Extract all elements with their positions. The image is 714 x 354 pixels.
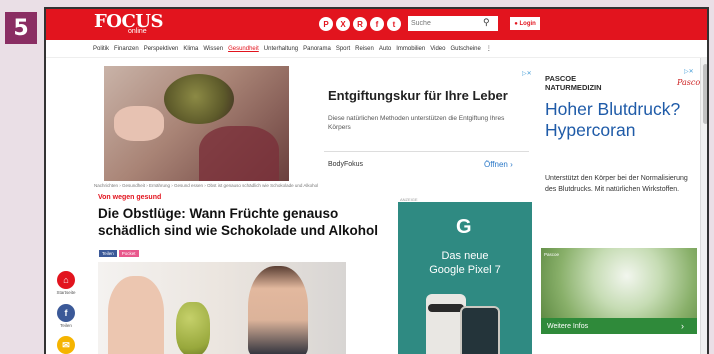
adchoices-icon[interactable]: ▷✕ — [522, 70, 532, 77]
nav-item[interactable]: Klima — [183, 46, 198, 52]
scrollbar[interactable] — [700, 58, 707, 354]
jar-shape — [199, 126, 279, 181]
nav-item[interactable]: Sport — [336, 46, 350, 52]
ad-text: Unterstützt den Körper bei der Normalisi… — [545, 175, 688, 193]
more-info-button[interactable]: Weitere Infos — [541, 318, 697, 334]
camera-bar — [428, 304, 464, 312]
breadcrumb[interactable]: Nachrichten › Gesundheit › Ernährung › G… — [94, 183, 318, 188]
brand-line2: NATURMEDIZIN — [545, 83, 602, 92]
login-label: Login — [519, 20, 536, 27]
hand-shape — [114, 106, 164, 141]
pascoe-ad[interactable]: PASCOE NATURMEDIZIN Pascoe ▷✕ Hoher Blutd… — [541, 66, 705, 336]
xing-icon[interactable]: X — [336, 17, 350, 31]
brand-line1: PASCOE — [545, 74, 577, 83]
login-button[interactable]: ● Login — [510, 17, 540, 30]
pinterest-icon[interactable]: P — [319, 17, 333, 31]
ad-title-line1: Das neue — [441, 250, 489, 262]
nav-item[interactable]: Unterhaltung — [264, 46, 298, 52]
main-navigation: Politik Finanzen Perspektiven Klima Wiss… — [46, 40, 707, 58]
logo-subtitle: online — [128, 28, 147, 35]
ad-brand: BodyFokus — [328, 161, 364, 168]
person-shape — [248, 266, 308, 354]
scrollbar-thumb[interactable] — [703, 64, 707, 124]
nav-item-active[interactable]: Gesundheit — [228, 46, 259, 52]
facebook-icon[interactable]: f — [57, 304, 75, 322]
ad-divider — [324, 151, 529, 152]
nav-item[interactable]: Finanzen — [114, 46, 139, 52]
article-image — [98, 262, 346, 354]
google-logo-icon: G — [456, 216, 472, 238]
ad-image — [104, 66, 289, 181]
nav-item[interactable]: Video — [430, 46, 445, 52]
step-number-badge: 5 — [5, 12, 37, 44]
ad-headline: Hoher Blutdruck? Hypercoran — [545, 99, 681, 140]
nav-more-icon[interactable]: ⋮ — [486, 45, 492, 52]
nav-item[interactable]: Panorama — [303, 46, 331, 52]
nav-item[interactable]: Wissen — [203, 46, 223, 52]
image-label: Pascoe — [544, 252, 560, 257]
nav-item[interactable]: Gutscheine — [450, 46, 480, 52]
facebook-icon[interactable]: f — [370, 17, 384, 31]
search-icon[interactable]: ⚲ — [483, 17, 490, 28]
flower-image — [541, 248, 697, 318]
facebook-label: Teilen — [60, 323, 72, 328]
person-shape — [108, 276, 164, 354]
pocket-share-button[interactable]: Pocket — [118, 250, 139, 257]
social-links: P X R f t — [319, 17, 401, 31]
nav-item[interactable]: Perspektiven — [144, 46, 179, 52]
mail-icon[interactable]: ✉ — [57, 336, 75, 354]
nav-item[interactable]: Reisen — [355, 46, 374, 52]
google-pixel-ad[interactable]: G Das neue Google Pixel 7 — [398, 202, 532, 354]
ad-open-label: Öffnen — [484, 160, 508, 169]
spoon-shape — [164, 74, 234, 124]
nav-item[interactable]: Immobilien — [396, 46, 425, 52]
article-headline: Die Obstlüge: Wann Früchte genauso schäd… — [98, 206, 379, 238]
twitter-icon[interactable]: t — [387, 17, 401, 31]
grapes-shape — [176, 302, 210, 354]
article-kicker: Von wegen gesund — [98, 194, 162, 201]
rss-icon[interactable]: R — [353, 17, 367, 31]
site-header: FOCUS online P X R f t ⚲ ● Login — [46, 9, 707, 40]
adchoices-icon[interactable]: ▷✕ — [684, 68, 694, 75]
facebook-share-button[interactable]: Teilen — [99, 250, 117, 257]
phone-shape — [460, 306, 500, 354]
ad-title: Entgiftungskur für Ihre Leber — [328, 88, 508, 103]
nav-item[interactable]: Politik — [93, 46, 109, 52]
ad-open-button[interactable]: Öffnen › — [484, 160, 513, 169]
nav-item[interactable]: Auto — [379, 46, 391, 52]
ad-title-line2: Google Pixel 7 — [429, 264, 501, 276]
pascoe-brand: PASCOE NATURMEDIZIN — [545, 74, 602, 92]
share-buttons: Teilen Pocket — [99, 250, 139, 257]
home-icon[interactable]: ⌂ — [57, 271, 75, 289]
browser-frame: FOCUS online P X R f t ⚲ ● Login Politik… — [44, 7, 709, 354]
home-label: Startseite — [56, 290, 76, 295]
ad-text: Diese natürlichen Methoden unterstützen … — [328, 115, 505, 131]
chevron-right-icon: › — [681, 321, 684, 331]
liver-ad[interactable]: Entgiftungskur für Ihre Leber Diese natü… — [104, 66, 536, 181]
